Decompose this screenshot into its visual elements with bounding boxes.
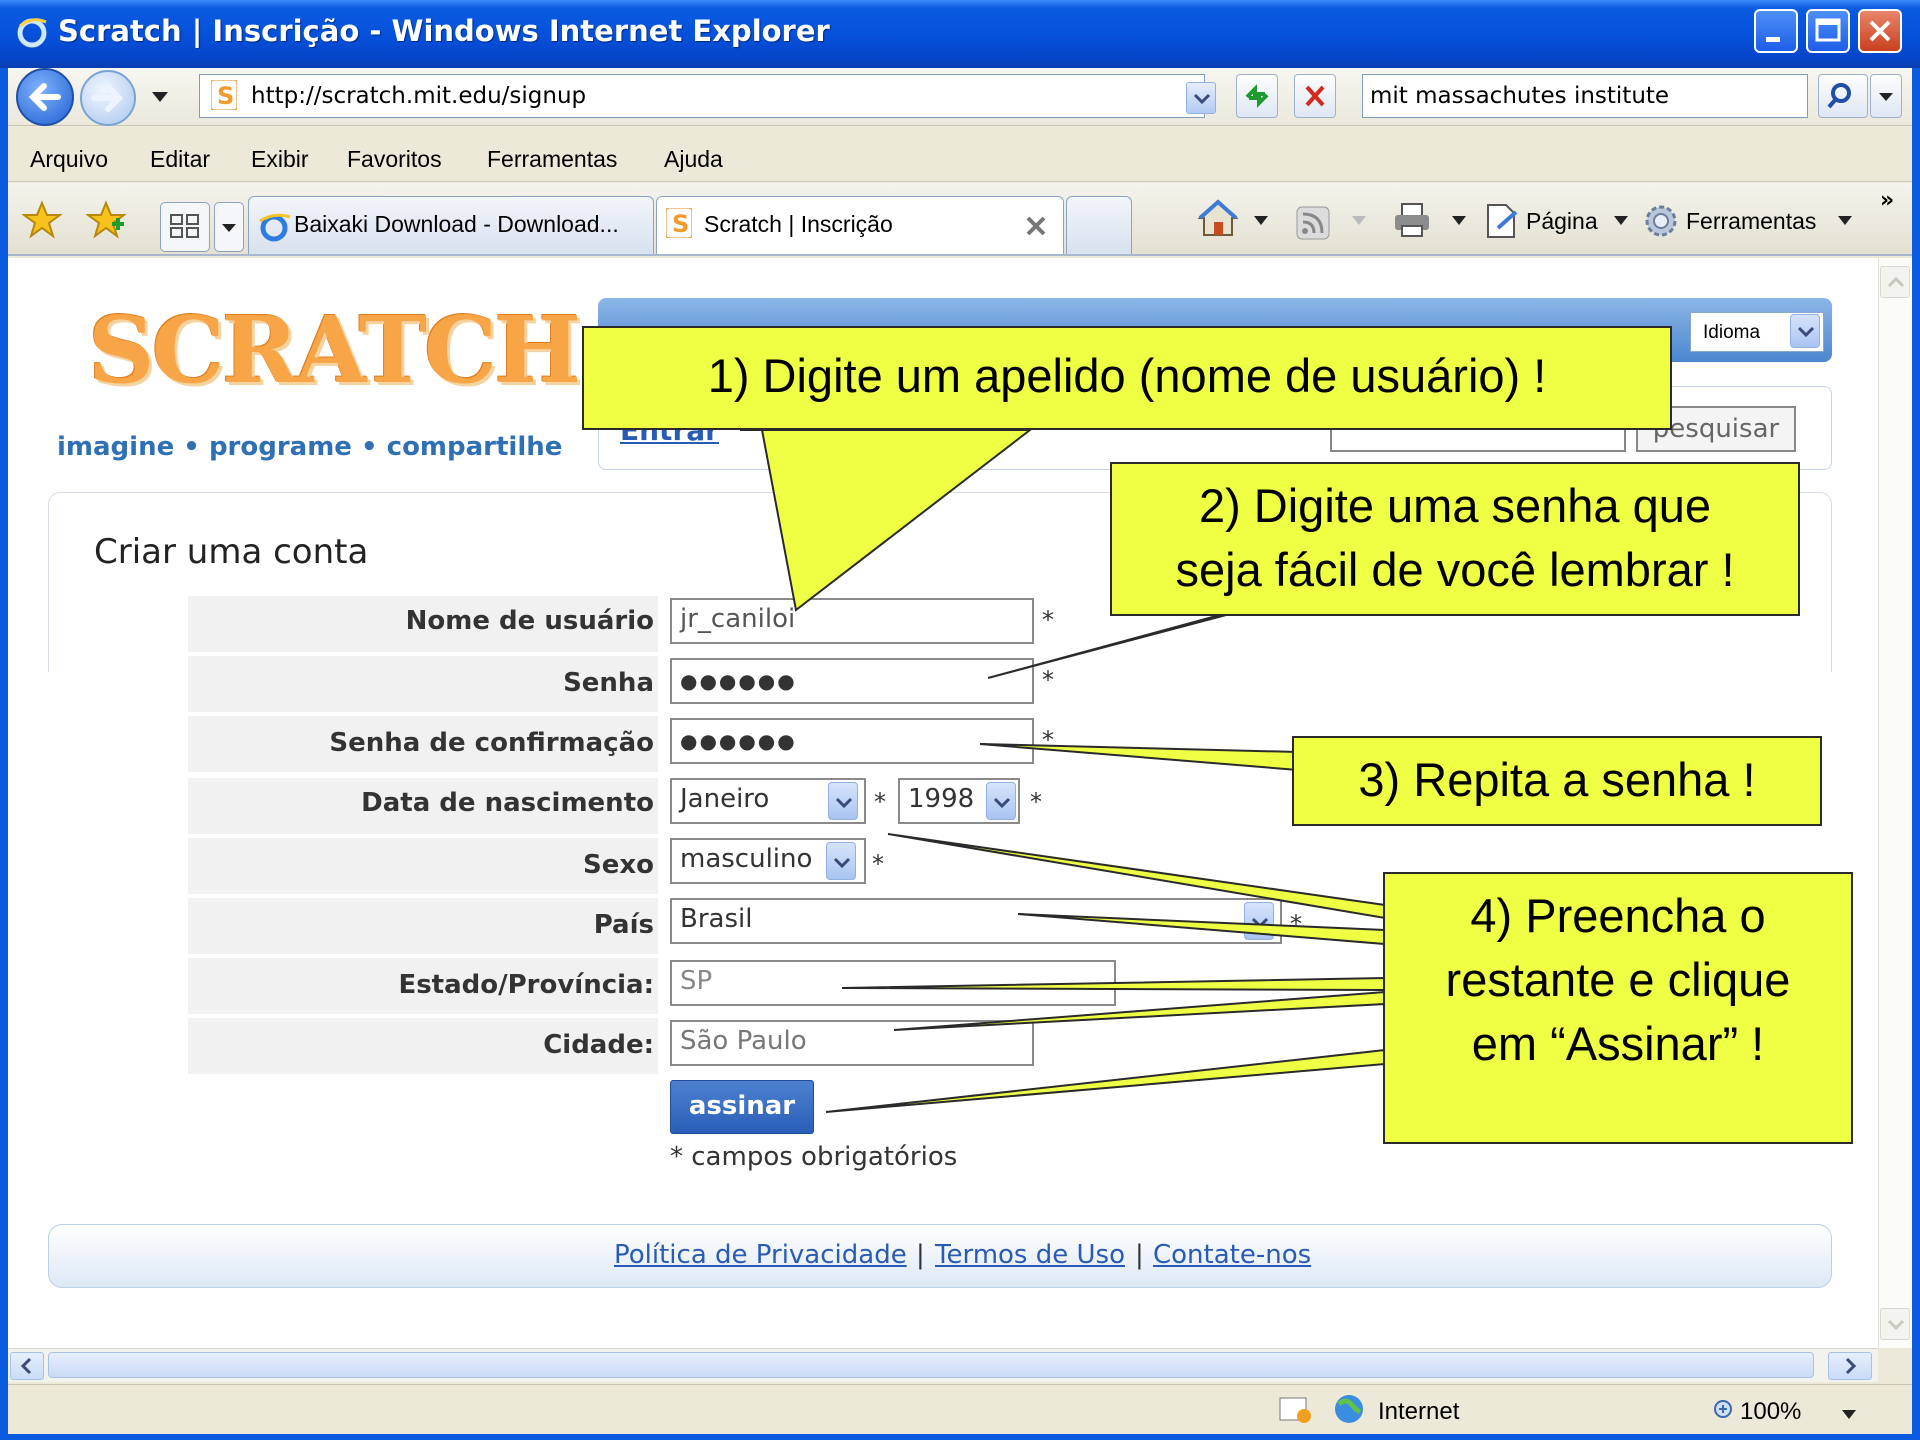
callout-4-pointer-b (1017, 913, 1386, 946)
callout-4-pointer-d (893, 990, 1386, 1031)
callout-2-pointer (987, 609, 1246, 679)
callout-1-pointer (740, 429, 1033, 612)
callout-password: 2) Digite uma senha que seja fácil de vo… (1110, 462, 1800, 616)
callout-password-line2: seja fácil de você lembrar ! (1175, 543, 1735, 596)
callout-4-pointer-c (841, 976, 1386, 992)
callout-username: 1) Digite um apelido (nome de usuário) ! (582, 326, 1672, 430)
callout-4-pointer-a (887, 833, 1386, 920)
callout-finish-line2: restante e clique (1445, 953, 1791, 1006)
callout-finish-line3: em “Assinar” ! (1471, 1017, 1765, 1070)
callout-finish: 4) Preencha o restante e clique em “Assi… (1383, 872, 1853, 1144)
callout-repeat-text: 3) Repita a senha ! (1358, 753, 1756, 806)
callout-3-pointer (979, 743, 1299, 772)
callout-repeat-password: 3) Repita a senha ! (1292, 736, 1822, 826)
callout-username-text: 1) Digite um apelido (nome de usuário) ! (707, 349, 1547, 402)
callout-4-pointer-e (825, 1048, 1386, 1113)
callout-finish-line1: 4) Preencha o (1470, 889, 1766, 942)
callout-password-line1: 2) Digite uma senha que (1198, 479, 1712, 532)
callout-pointers (740, 429, 1386, 1113)
